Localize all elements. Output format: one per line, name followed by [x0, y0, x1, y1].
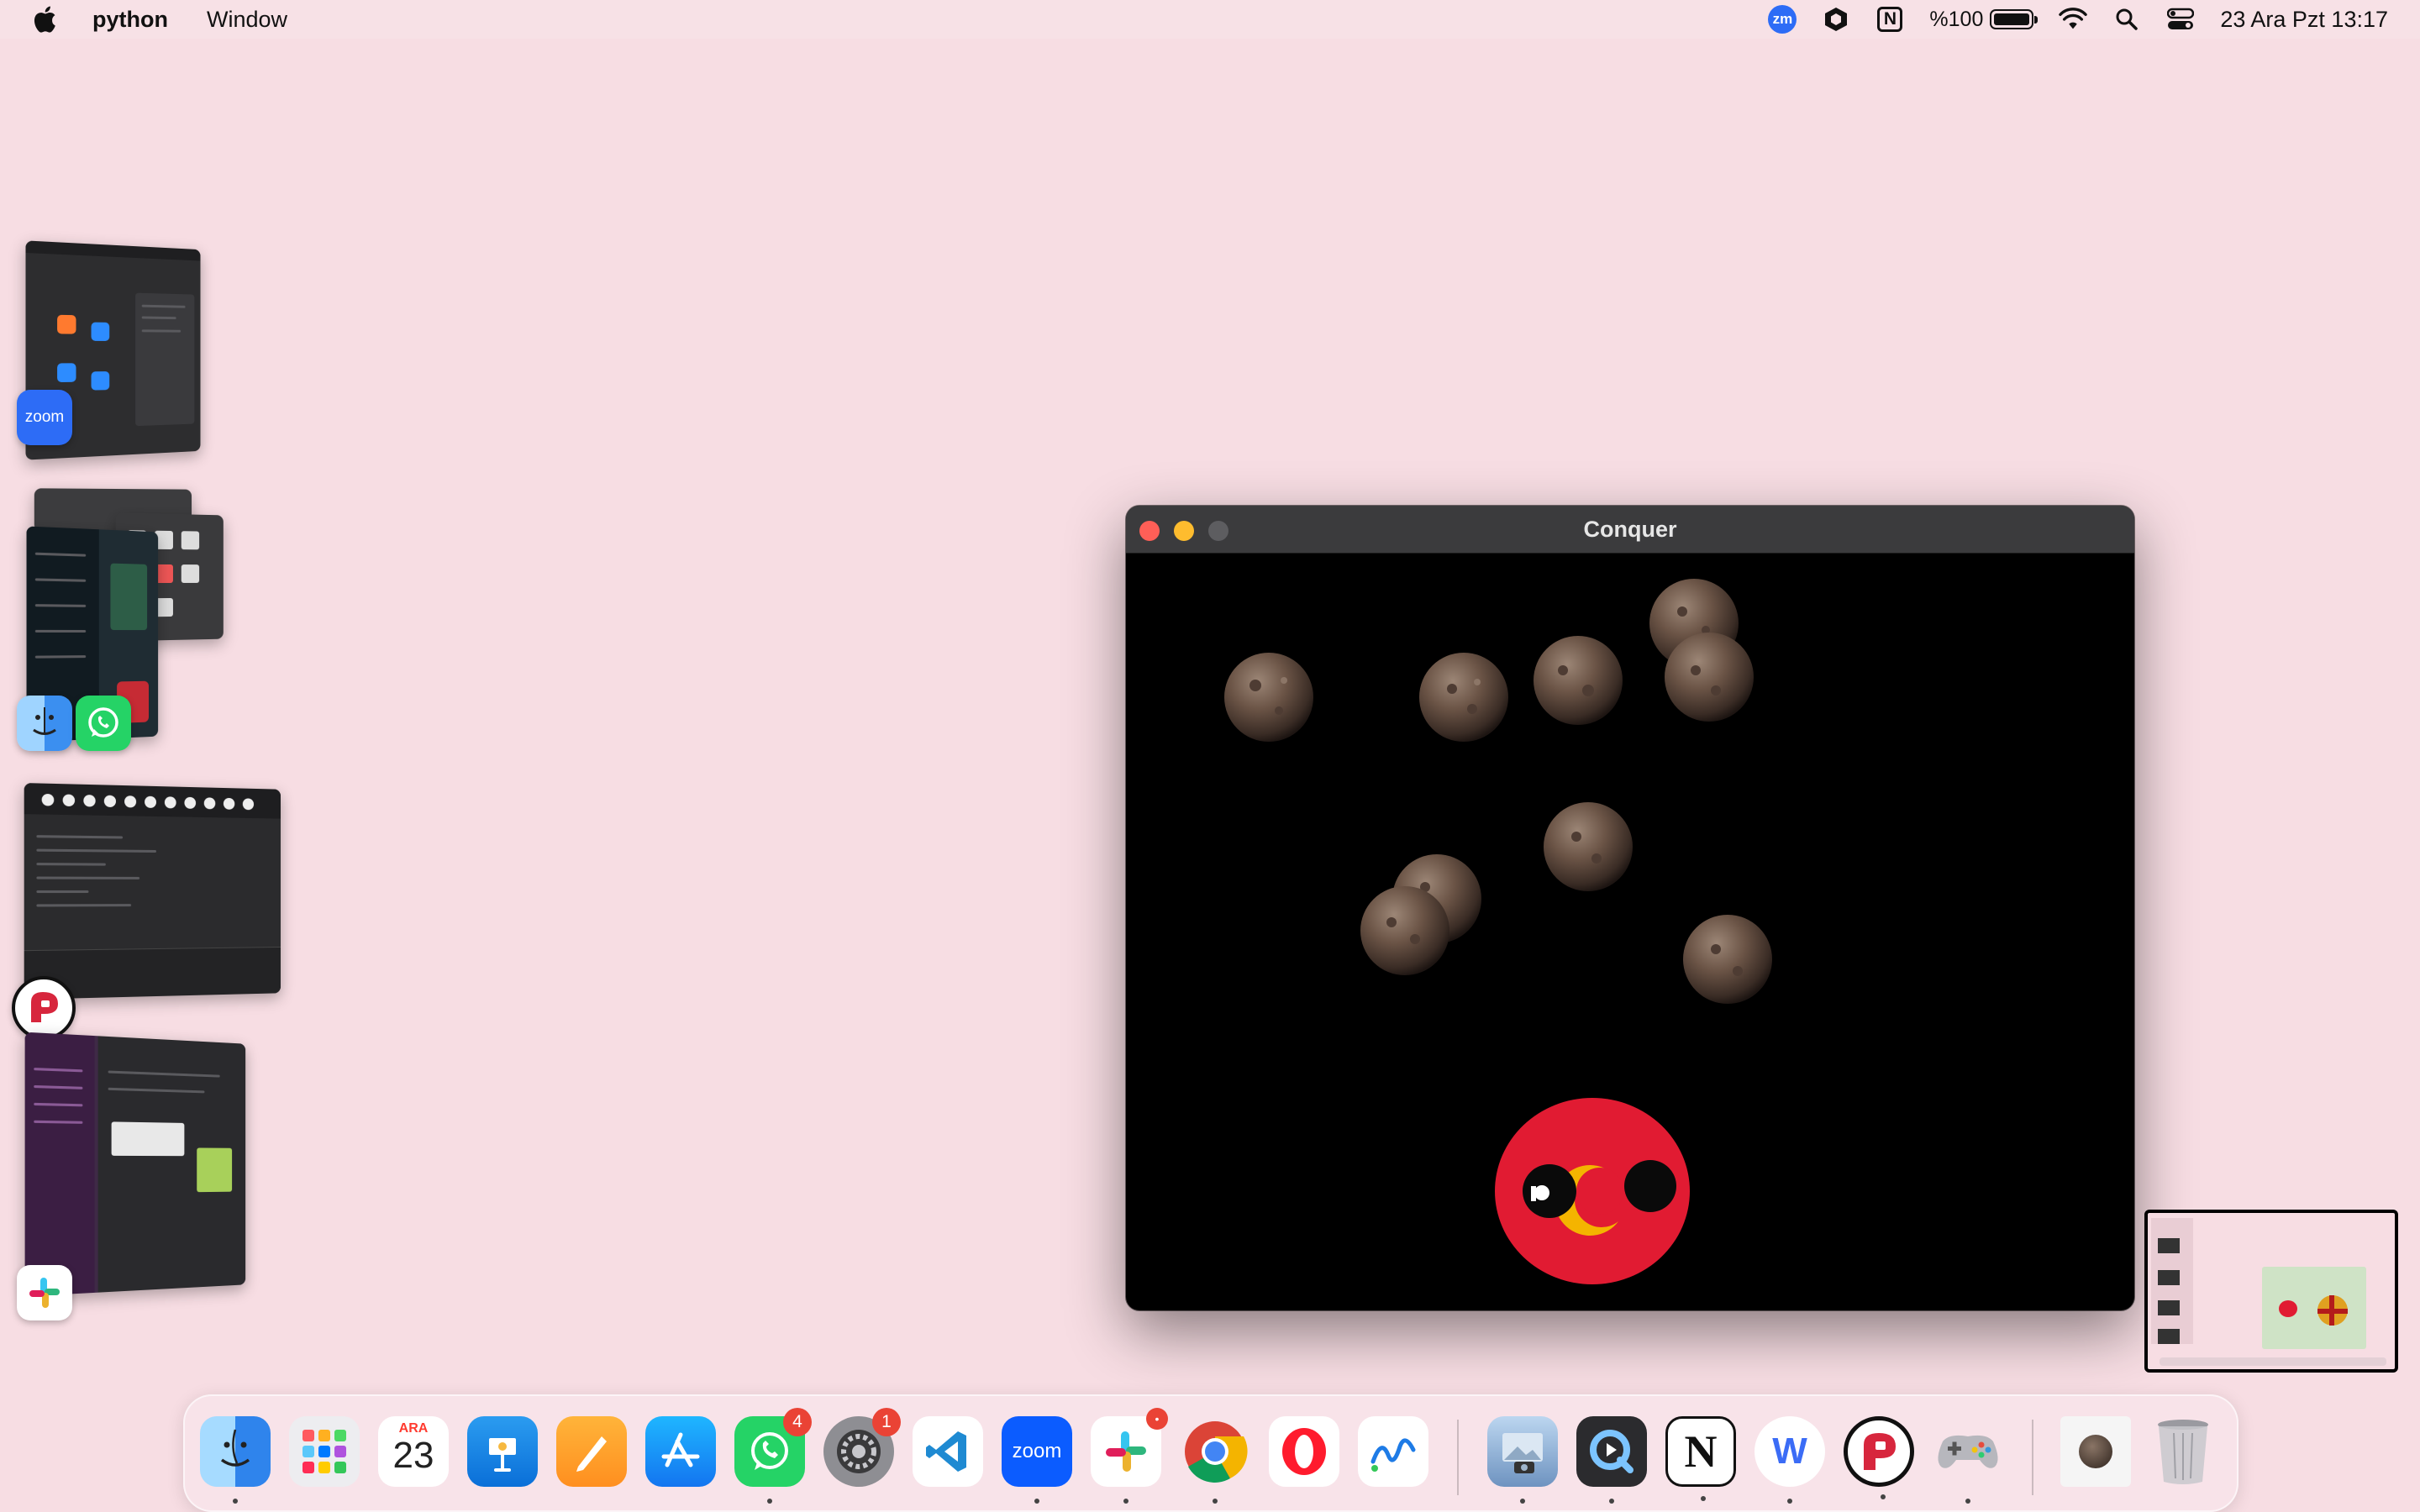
rock-enemy — [1534, 636, 1623, 725]
dock-app-store[interactable] — [645, 1416, 716, 1487]
dock-minimized-window[interactable] — [2060, 1416, 2131, 1487]
settings-badge: 1 — [872, 1408, 901, 1436]
python-app-chip — [12, 976, 76, 1040]
rock-enemy — [1544, 802, 1633, 891]
finder-icon — [220, 1429, 250, 1467]
dock-webex[interactable]: W — [1754, 1416, 1825, 1504]
player-countryball — [1495, 1098, 1690, 1284]
conquer-window[interactable]: Conquer — [1126, 506, 2134, 1310]
cube-status-icon[interactable] — [1822, 5, 1850, 34]
menu-bar: python Window zm N %100 23 Ara Pzt 13:17 — [0, 0, 2420, 39]
slack-app-chip — [17, 1265, 72, 1320]
finder-app-chip — [17, 696, 72, 751]
quicktime-icon — [1590, 1430, 1634, 1473]
python-editor-thumbnail — [24, 783, 281, 1000]
dock-calendar[interactable]: ARA 23 — [378, 1416, 449, 1487]
wifi-icon[interactable] — [2059, 5, 2088, 34]
whatsapp-app-chip — [76, 696, 131, 751]
vscode-icon — [926, 1431, 966, 1472]
slack-icon — [1106, 1431, 1146, 1472]
dock-quicktime[interactable] — [1576, 1416, 1647, 1504]
dock-system-settings[interactable]: 1 — [823, 1408, 901, 1487]
pages-icon — [576, 1436, 607, 1472]
notion-dock-label: N — [1684, 1426, 1718, 1477]
game-canvas[interactable] — [1126, 553, 2134, 1310]
dock-notion[interactable]: N — [1665, 1416, 1736, 1501]
dock-slack[interactable]: • — [1091, 1408, 1168, 1504]
launchpad-icon — [302, 1430, 346, 1473]
battery-percent: %100 — [1929, 7, 1984, 31]
chrome-icon — [1185, 1421, 1248, 1483]
dock-keynote[interactable] — [467, 1416, 538, 1487]
dock-preview[interactable] — [1487, 1416, 1558, 1504]
rock-enemy — [1360, 886, 1449, 975]
dock-whatsapp[interactable]: 4 — [734, 1408, 812, 1504]
rock-enemy — [1683, 915, 1772, 1004]
rock-enemy — [1419, 653, 1508, 742]
dock-separator — [2032, 1420, 2033, 1495]
window-menu[interactable]: Window — [207, 7, 287, 33]
trash-icon — [2158, 1420, 2208, 1484]
minimized-window-icon — [2079, 1435, 2112, 1468]
keynote-icon — [489, 1438, 516, 1472]
app-store-icon — [661, 1432, 700, 1467]
notion-status-icon[interactable]: N — [1876, 5, 1904, 34]
dock-vscode[interactable] — [913, 1416, 983, 1487]
battery-icon — [1990, 9, 2039, 29]
dock-gamepad[interactable] — [1933, 1416, 2003, 1504]
calendar-day: 23 — [392, 1435, 434, 1476]
dock-python-game[interactable] — [1844, 1416, 1914, 1499]
dock-trash[interactable] — [2148, 1416, 2218, 1487]
whatsapp-icon — [751, 1432, 788, 1470]
dock-pages[interactable] — [556, 1416, 627, 1487]
window-titlebar[interactable]: Conquer — [1126, 506, 2134, 554]
zoom-dock-label: zoom — [1012, 1440, 1062, 1462]
window-title: Conquer — [1583, 516, 1677, 542]
dock-chrome[interactable] — [1180, 1416, 1250, 1504]
dock: ARA 23 4 1 zoom • N W — [183, 1394, 2238, 1512]
webex-dock-label: W — [1772, 1431, 1807, 1472]
slack-window-thumbnail — [24, 1032, 246, 1297]
zoom-app-chip: zoom — [17, 390, 72, 445]
spotlight-search-icon[interactable] — [2112, 5, 2141, 34]
dock-finder[interactable] — [200, 1416, 271, 1504]
zoom-window-button[interactable] — [1208, 521, 1228, 541]
dock-opera[interactable] — [1269, 1416, 1339, 1487]
active-app-name[interactable]: python — [92, 7, 168, 33]
control-center-icon[interactable] — [2166, 5, 2195, 34]
dock-zoom[interactable]: zoom — [1002, 1416, 1072, 1504]
zoom-status-icon[interactable]: zm — [1768, 5, 1797, 34]
stage-manager-group-python[interactable] — [12, 783, 292, 1040]
freeform-icon — [1370, 1438, 1416, 1472]
slack-notification-dot: • — [1146, 1408, 1168, 1430]
close-window-button[interactable] — [1139, 521, 1160, 541]
rock-enemy — [1224, 653, 1313, 742]
stage-manager-group-finder-whatsapp[interactable] — [17, 488, 234, 758]
opera-icon — [1282, 1428, 1326, 1475]
battery-status[interactable]: %100 — [1929, 7, 2039, 32]
whatsapp-badge: 4 — [783, 1408, 812, 1436]
stage-manager-group-slack[interactable] — [17, 1032, 276, 1324]
stage-manager-group-zoom[interactable]: zoom — [17, 240, 208, 464]
menu-clock[interactable]: 23 Ara Pzt 13:17 — [2220, 7, 2388, 33]
minimize-window-button[interactable] — [1174, 521, 1194, 541]
dock-freeform[interactable] — [1358, 1416, 1428, 1487]
preview-icon — [1502, 1433, 1543, 1473]
dock-separator — [1457, 1420, 1459, 1495]
gamepad-icon — [1938, 1435, 1998, 1468]
python-game-icon — [1864, 1433, 1896, 1470]
apple-menu-icon[interactable] — [32, 5, 57, 34]
stage-preview-thumbnail[interactable] — [2144, 1210, 2398, 1373]
dock-launchpad[interactable] — [289, 1416, 360, 1487]
rock-enemy — [1665, 633, 1754, 722]
